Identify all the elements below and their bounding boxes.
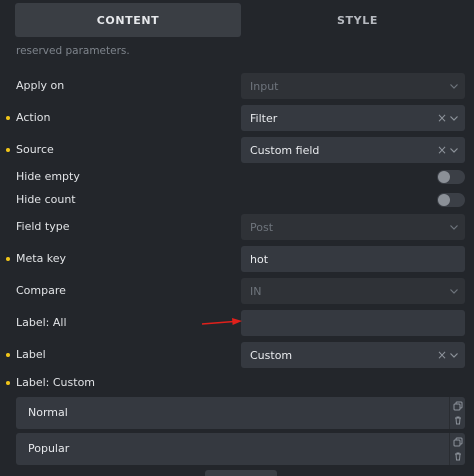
meta-key-label: Meta key — [16, 252, 67, 265]
copy-icon[interactable] — [453, 401, 463, 411]
source-value: Custom field — [250, 143, 320, 157]
label-all-input[interactable] — [241, 310, 465, 336]
action-label: Action — [16, 111, 51, 124]
panel-tabs: CONTENT STYLE — [0, 0, 474, 38]
toggle-knob — [438, 194, 450, 206]
clear-icon[interactable]: × — [437, 137, 447, 163]
custom-label-item[interactable]: Popular — [16, 433, 465, 465]
meta-key-input[interactable]: hot — [241, 246, 465, 272]
action-value: Filter — [250, 111, 278, 125]
chevron-down-icon — [450, 146, 458, 154]
tab-content[interactable]: CONTENT — [15, 3, 241, 37]
chevron-down-icon — [450, 223, 458, 231]
source-select[interactable]: Custom field × — [241, 137, 465, 163]
custom-label-item[interactable]: Normal — [16, 397, 465, 429]
compare-select[interactable]: IN — [241, 278, 465, 304]
clear-icon[interactable]: × — [437, 342, 447, 368]
chevron-down-icon — [450, 114, 458, 122]
chevron-down-icon — [450, 287, 458, 295]
label-custom-label: Label: Custom — [16, 376, 96, 389]
required-dot — [6, 148, 10, 152]
trash-icon[interactable] — [453, 415, 463, 425]
apply-on-label: Apply on — [16, 79, 65, 92]
compare-value: IN — [250, 284, 262, 298]
custom-label-item-text: Popular — [28, 442, 70, 455]
row-action: Action Filter × — [0, 105, 474, 131]
chevron-down-icon — [450, 82, 458, 90]
copy-icon[interactable] — [453, 437, 463, 447]
toggle-knob — [438, 171, 450, 183]
field-type-label: Field type — [16, 220, 70, 233]
field-type-value: Post — [250, 220, 274, 234]
row-meta-key: Meta key hot — [0, 246, 474, 272]
required-dot — [6, 116, 10, 120]
intro-line-2: reserved parameters. — [16, 46, 130, 57]
tab-style[interactable]: STYLE — [241, 3, 474, 37]
item-tools — [449, 433, 465, 465]
action-select[interactable]: Filter × — [241, 105, 465, 131]
required-dot — [6, 257, 10, 261]
chevron-down-icon — [450, 351, 458, 359]
compare-label: Compare — [16, 284, 66, 297]
field-type-select[interactable]: Post — [241, 214, 465, 240]
row-hide-count: Hide count — [0, 187, 474, 213]
trash-icon[interactable] — [453, 451, 463, 461]
label-value: Custom — [250, 348, 293, 362]
label-select[interactable]: Custom × — [241, 342, 465, 368]
hide-empty-toggle[interactable] — [437, 170, 465, 184]
required-dot — [6, 353, 10, 357]
row-apply-on: Apply on Input — [0, 73, 474, 99]
row-field-type: Field type Post — [0, 214, 474, 240]
row-label-custom: Label: Custom — [0, 370, 474, 396]
custom-label-item-text: Normal — [28, 406, 68, 419]
meta-key-value: hot — [250, 252, 269, 266]
row-source: Source Custom field × — [0, 137, 474, 163]
row-compare: Compare IN — [0, 278, 474, 304]
label-all-label: Label: All — [16, 316, 67, 329]
add-item-button[interactable] — [205, 470, 277, 476]
hide-count-label: Hide count — [16, 193, 76, 206]
apply-on-value: Input — [250, 79, 279, 93]
label-label: Label — [16, 348, 46, 361]
hide-count-toggle[interactable] — [437, 193, 465, 207]
annotation-arrow-icon — [201, 318, 242, 325]
intro-text: reserved parameters. — [16, 46, 456, 68]
apply-on-select[interactable]: Input — [241, 73, 465, 99]
item-tools — [449, 397, 465, 429]
required-dot — [6, 381, 10, 385]
source-label: Source — [16, 143, 54, 156]
clear-icon[interactable]: × — [437, 105, 447, 131]
row-label: Label Custom × — [0, 342, 474, 368]
